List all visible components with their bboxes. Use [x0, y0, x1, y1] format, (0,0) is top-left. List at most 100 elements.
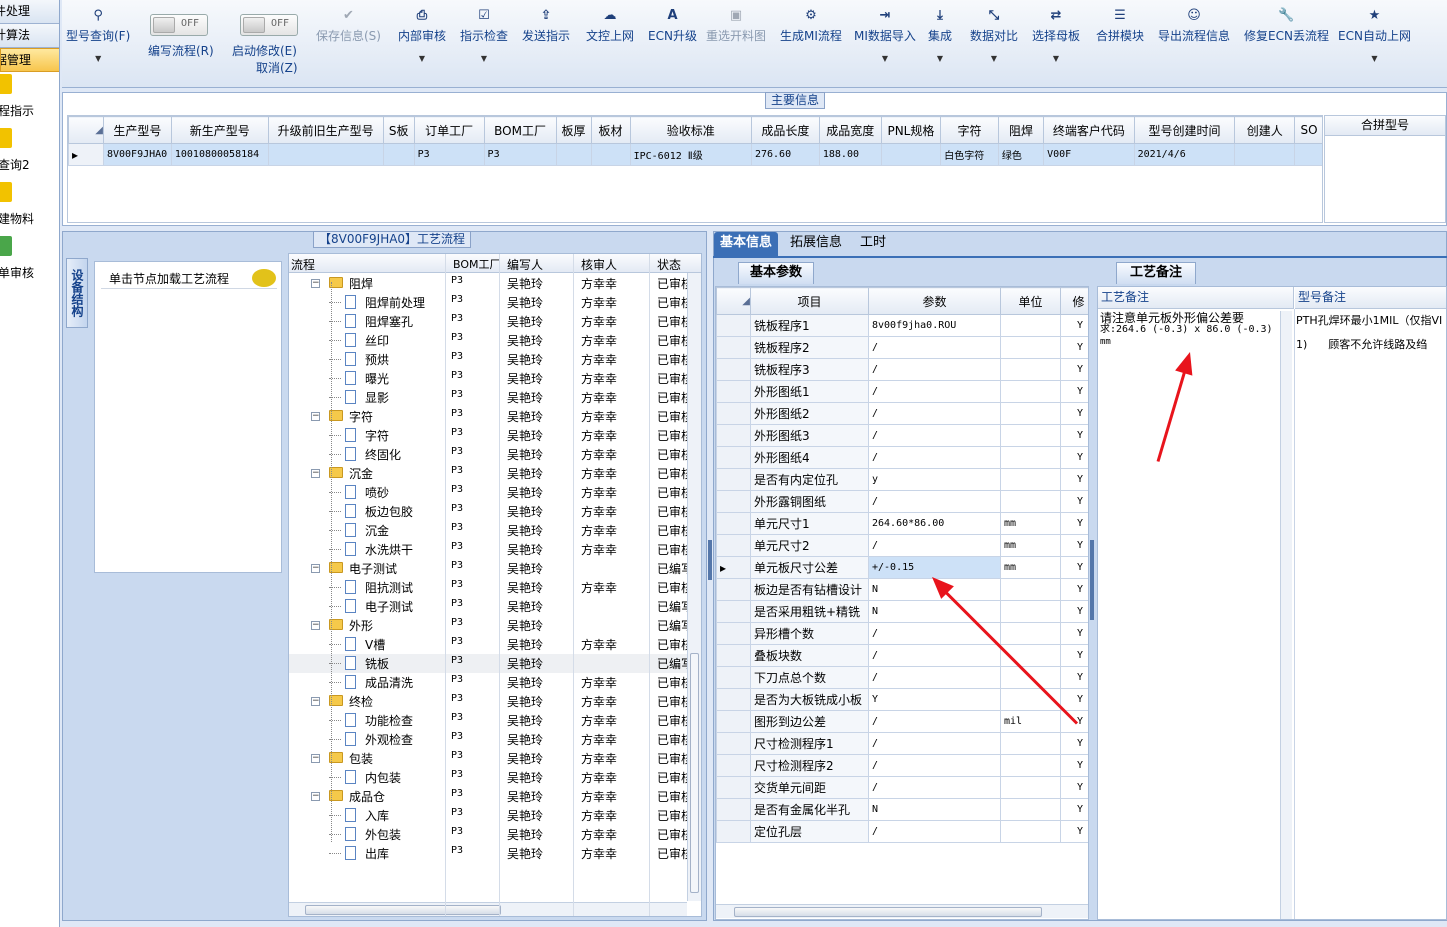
- tree-row[interactable]: − 字符 P3 吴艳玲 方幸幸 已审核: [289, 407, 693, 426]
- table-cell[interactable]: /: [868, 490, 1001, 513]
- table-cell[interactable]: 外形图纸2: [750, 402, 869, 425]
- expand-toggle-icon[interactable]: −: [311, 792, 320, 801]
- nav-group-button[interactable]: 据管理: [0, 48, 59, 72]
- table-cell[interactable]: 外形图纸4: [750, 446, 869, 469]
- toolbar-button[interactable]: ⤓ 集成 ▼: [928, 8, 952, 63]
- tree-row[interactable]: 内包装 P3 吴艳玲 方幸幸 已审核: [289, 768, 693, 787]
- table-row[interactable]: 外形图纸2/ Y: [716, 402, 1088, 425]
- table-cell[interactable]: [555, 143, 592, 166]
- table-cell[interactable]: /: [868, 424, 1001, 447]
- tree-row[interactable]: − 成品仓 P3 吴艳玲 方幸幸 已审核: [289, 787, 693, 806]
- table-row[interactable]: 单元尺寸1 264.60*86.00 mm Y: [716, 512, 1088, 535]
- table-cell[interactable]: Y: [1060, 446, 1088, 469]
- tree-row[interactable]: − 外形 P3 吴艳玲 已编写: [289, 616, 693, 635]
- column-header[interactable]: 流程: [291, 256, 315, 273]
- table-cell[interactable]: /: [868, 754, 1001, 777]
- table-row[interactable]: ▸ 单元板尺寸公差 +/-0.15 mm Y: [716, 556, 1088, 579]
- column-header[interactable]: 订单工厂: [413, 116, 485, 144]
- table-cell[interactable]: /: [868, 380, 1001, 403]
- toolbar-label[interactable]: 启动修改(E): [232, 42, 297, 59]
- table-cell[interactable]: mm: [1000, 556, 1061, 579]
- table-cell[interactable]: Y: [1060, 820, 1088, 843]
- toolbar-button[interactable]: ✔ 保存信息(S): [316, 8, 381, 44]
- table-cell[interactable]: 白色字符: [940, 143, 999, 166]
- column-header[interactable]: 升级前旧生产型号: [267, 116, 384, 144]
- column-header[interactable]: 核审人: [581, 256, 617, 273]
- dropdown-arrow-icon[interactable]: ▼: [928, 54, 952, 63]
- table-cell[interactable]: y: [868, 468, 1001, 491]
- table-cell[interactable]: Y: [1060, 468, 1088, 491]
- tab-extended-info[interactable]: 拓展信息: [784, 232, 848, 256]
- tree-row[interactable]: − 阻焊 P3 吴艳玲 方幸幸 已审核: [289, 274, 693, 293]
- table-cell[interactable]: /: [868, 402, 1001, 425]
- dropdown-arrow-icon[interactable]: ▼: [854, 54, 916, 63]
- tree-row[interactable]: 功能检查 P3 吴艳玲 方幸幸 已审核: [289, 711, 693, 730]
- table-cell[interactable]: [1000, 380, 1061, 403]
- model-memo-text-2[interactable]: 1) 顾客不允许线路及绉: [1296, 336, 1427, 352]
- table-cell[interactable]: [1000, 358, 1061, 381]
- tree-row[interactable]: − 沉金 P3 吴艳玲 方幸幸 已审核: [289, 464, 693, 483]
- model-memo-text-1[interactable]: PTH孔焊环最小1MIL（仅指VI: [1296, 312, 1442, 328]
- column-header[interactable]: 编写人: [507, 256, 543, 273]
- table-cell[interactable]: 铣板程序3: [750, 358, 869, 381]
- memo-vscroll[interactable]: [1280, 311, 1292, 919]
- load-process-box[interactable]: 单击节点加载工艺流程: [94, 261, 282, 573]
- table-cell[interactable]: Y: [1060, 556, 1088, 579]
- table-cell[interactable]: 图形到边公差: [750, 710, 869, 733]
- process-memo-text-1[interactable]: 请注意单元板外形偏公差要: [1100, 312, 1244, 324]
- table-cell[interactable]: 是否有金属化半孔: [750, 798, 869, 821]
- table-cell[interactable]: [1000, 336, 1061, 359]
- table-cell[interactable]: Y: [1060, 512, 1088, 535]
- table-cell[interactable]: Y: [1060, 666, 1088, 689]
- table-cell[interactable]: N: [868, 798, 1001, 821]
- toolbar-button[interactable]: ☁ 文控上网: [586, 8, 634, 44]
- process-memo-text-3[interactable]: mm: [1100, 336, 1111, 348]
- table-cell[interactable]: Y: [1060, 490, 1088, 513]
- table-row[interactable]: 异形槽个数 / Y: [716, 622, 1088, 645]
- vertical-splitter[interactable]: [708, 540, 712, 580]
- table-cell[interactable]: [1234, 143, 1296, 166]
- toolbar-button[interactable]: ⎙ 内部审核 ▼: [398, 8, 446, 63]
- table-cell[interactable]: 188.00: [818, 143, 882, 166]
- table-cell[interactable]: /: [868, 710, 1001, 733]
- table-cell[interactable]: IPC-6012 Ⅱ级: [629, 143, 752, 166]
- dropdown-arrow-icon[interactable]: ▼: [970, 54, 1018, 63]
- tree-row[interactable]: 显影 P3 吴艳玲 方幸幸 已审核: [289, 388, 693, 407]
- table-cell[interactable]: 尺寸检测程序2: [750, 754, 869, 777]
- table-row[interactable]: 是否有内定位孔 y Y: [716, 468, 1088, 491]
- table-row[interactable]: 铣板程序3/ Y: [716, 358, 1088, 381]
- table-cell[interactable]: Y: [1060, 644, 1088, 667]
- toolbar-button[interactable]: 🔧 修复ECN丢流程: [1244, 8, 1329, 44]
- table-cell[interactable]: 是否有内定位孔: [750, 468, 869, 491]
- table-cell[interactable]: Y: [1060, 336, 1088, 359]
- column-header[interactable]: 验收标准: [629, 116, 752, 144]
- process-tree-hscroll[interactable]: [289, 902, 687, 916]
- column-header[interactable]: S板: [382, 116, 415, 144]
- process-memo-text-2[interactable]: 求:264.6 (-0.3) x 86.0 (-0.3): [1100, 324, 1273, 336]
- table-cell[interactable]: 板边是否有钻槽设计: [750, 578, 869, 601]
- table-cell[interactable]: 8V00F9JHA0: [102, 143, 172, 166]
- table-cell[interactable]: /: [868, 644, 1001, 667]
- tree-row[interactable]: 外观检查 P3 吴艳玲 方幸幸 已审核: [289, 730, 693, 749]
- table-cell[interactable]: 264.60*86.00: [868, 512, 1001, 535]
- table-cell[interactable]: [1294, 143, 1322, 166]
- column-header[interactable]: 项目: [750, 287, 869, 315]
- expand-toggle-icon[interactable]: −: [311, 279, 320, 288]
- table-cell[interactable]: 叠板块数: [750, 644, 869, 667]
- dropdown-arrow-icon[interactable]: ▼: [398, 54, 446, 63]
- table-cell[interactable]: Y: [868, 688, 1001, 711]
- table-row[interactable]: 铣板程序2/ Y: [716, 336, 1088, 359]
- table-row[interactable]: 叠板块数 / Y: [716, 644, 1088, 667]
- column-header[interactable]: 状态: [657, 256, 681, 273]
- table-cell[interactable]: 外形图纸3: [750, 424, 869, 447]
- table-cell[interactable]: 铣板程序2: [750, 336, 869, 359]
- tree-row[interactable]: 阻焊前处理 P3 吴艳玲 方幸幸 已审核: [289, 293, 693, 312]
- table-row[interactable]: 外形图纸3/ Y: [716, 424, 1088, 447]
- table-cell[interactable]: Y: [1060, 534, 1088, 557]
- table-cell[interactable]: 单元尺寸2: [750, 534, 869, 557]
- column-header[interactable]: BOM工厂: [453, 256, 501, 272]
- table-cell[interactable]: Y: [1060, 380, 1088, 403]
- column-header[interactable]: SO: [1294, 116, 1322, 144]
- toolbar-button[interactable]: ⤡ 数据对比 ▼: [970, 8, 1018, 63]
- table-cell[interactable]: mm: [1000, 512, 1061, 535]
